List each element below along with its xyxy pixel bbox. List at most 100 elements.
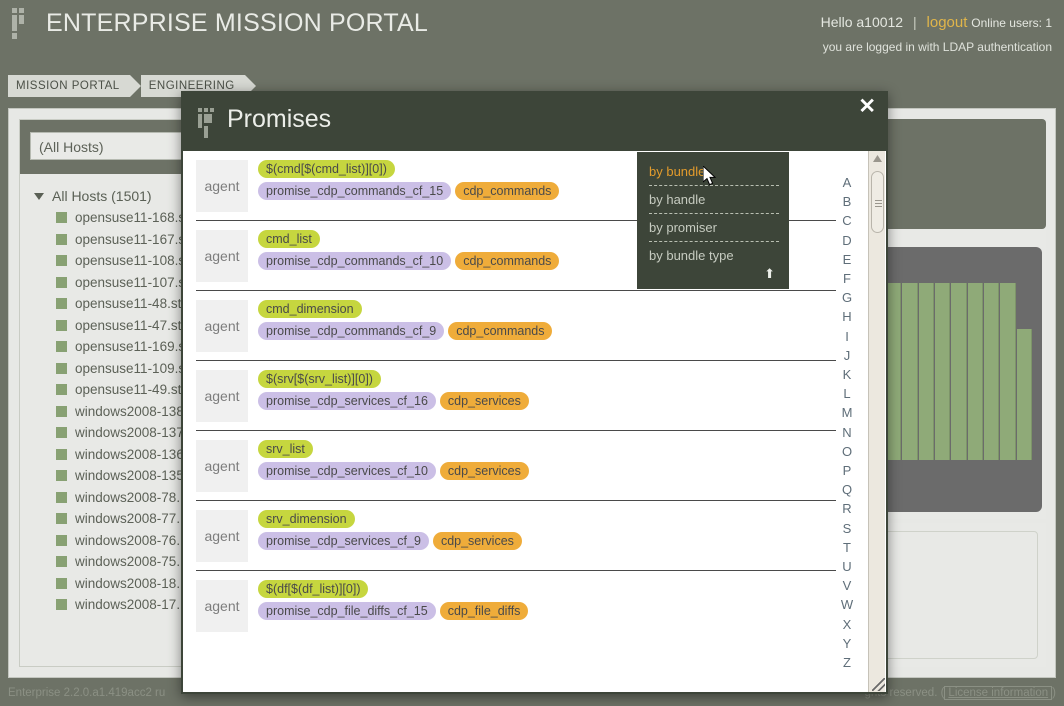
bundle-tag[interactable]: cdp_services bbox=[439, 392, 529, 410]
alpha-index-z[interactable]: Z bbox=[843, 653, 851, 672]
promiser-tag[interactable]: srv_list bbox=[258, 440, 313, 458]
arrow-up-icon[interactable]: ⬆ bbox=[764, 266, 775, 282]
status-square-icon bbox=[56, 427, 67, 439]
alpha-index-k[interactable]: K bbox=[843, 365, 852, 384]
close-icon[interactable]: ✕ bbox=[858, 96, 876, 117]
host-name-label: opensuse11-168.s bbox=[75, 210, 186, 226]
robot-logo-icon bbox=[10, 6, 36, 40]
alpha-index-m[interactable]: M bbox=[842, 403, 853, 422]
promiser-line: cmd_list bbox=[258, 230, 559, 248]
alpha-index-g[interactable]: G bbox=[842, 288, 852, 307]
promiser-tag[interactable]: $(srv[$(srv_list)][0]) bbox=[258, 370, 381, 388]
promiser-tag[interactable]: $(df[$(df_list)][0]) bbox=[258, 580, 369, 598]
alpha-index-p[interactable]: P bbox=[843, 461, 852, 480]
table-row[interactable]: agent $(srv[$(srv_list)][0]) promise_cdp_s… bbox=[196, 361, 836, 431]
promiser-tag[interactable]: cmd_dimension bbox=[258, 300, 362, 318]
table-row[interactable]: agent srv_list promise_cdp_services_cf_10 c… bbox=[196, 431, 836, 501]
bundle-tag[interactable]: cdp_services bbox=[439, 462, 529, 480]
separator: | bbox=[912, 14, 917, 30]
alpha-index-i[interactable]: I bbox=[845, 327, 849, 346]
alpha-index-a[interactable]: A bbox=[843, 173, 852, 192]
breadcrumb-item-mission-portal[interactable]: MISSION PORTAL bbox=[8, 75, 141, 97]
license-information-link[interactable]: License information bbox=[944, 686, 1053, 700]
alpha-index-q[interactable]: Q bbox=[842, 480, 852, 499]
status-square-icon bbox=[56, 384, 67, 396]
logout-link[interactable]: logout bbox=[927, 14, 968, 31]
alpha-index-v[interactable]: V bbox=[843, 576, 852, 595]
alpha-index-f[interactable]: F bbox=[843, 269, 851, 288]
alpha-index-s[interactable]: S bbox=[843, 519, 852, 538]
triangle-down-icon[interactable] bbox=[34, 192, 44, 200]
status-square-icon bbox=[56, 405, 67, 417]
bundle-tag[interactable]: cdp_file_diffs bbox=[439, 602, 529, 620]
chart-bar bbox=[902, 283, 918, 460]
row-agent-label: agent bbox=[196, 580, 248, 632]
menu-item-by-handle[interactable]: by handle bbox=[637, 190, 789, 209]
handle-tag[interactable]: promise_cdp_services_cf_16 bbox=[258, 392, 436, 410]
chart-bar bbox=[935, 283, 951, 460]
host-name-label: windows2008-137 bbox=[75, 425, 184, 441]
alpha-index-n[interactable]: N bbox=[842, 423, 851, 442]
promiser-line: srv_list bbox=[258, 440, 529, 458]
alpha-index-w[interactable]: W bbox=[841, 595, 853, 614]
host-name-label: windows2008-77. bbox=[75, 511, 181, 527]
alpha-index-l[interactable]: L bbox=[843, 384, 850, 403]
robot-logo-icon bbox=[196, 107, 220, 139]
host-name-label: windows2008-17. bbox=[75, 597, 181, 613]
handle-tag[interactable]: promise_cdp_commands_cf_10 bbox=[258, 252, 452, 270]
alpha-index-c[interactable]: C bbox=[842, 211, 851, 230]
menu-divider bbox=[649, 185, 779, 186]
promiser-line: $(cmd[$(cmd_list)][0]) bbox=[258, 160, 559, 178]
promiser-tag[interactable]: cmd_list bbox=[258, 230, 320, 248]
alpha-index-x[interactable]: X bbox=[843, 615, 852, 634]
row-tags: cmd_list promise_cdp_commands_cf_10 cdp_co… bbox=[258, 230, 560, 270]
handle-tag[interactable]: promise_cdp_services_cf_9 bbox=[258, 532, 429, 550]
resize-handle[interactable] bbox=[872, 678, 885, 691]
table-row[interactable]: agent cmd_dimension promise_cdp_commands_c… bbox=[196, 291, 836, 361]
handle-tag[interactable]: promise_cdp_file_diffs_cf_15 bbox=[258, 602, 436, 620]
row-agent-label: agent bbox=[196, 160, 248, 212]
bundle-tag[interactable]: cdp_commands bbox=[455, 182, 560, 200]
status-square-icon bbox=[56, 513, 67, 525]
handle-tag[interactable]: promise_cdp_services_cf_10 bbox=[258, 462, 436, 480]
bundle-tag[interactable]: cdp_services bbox=[432, 532, 522, 550]
table-row[interactable]: agent srv_dimension promise_cdp_services_c… bbox=[196, 501, 836, 571]
alpha-index-h[interactable]: H bbox=[842, 307, 851, 326]
auth-note: you are logged in with LDAP authenticati… bbox=[822, 40, 1052, 54]
menu-item-by-bundle[interactable]: by bundle bbox=[637, 162, 789, 181]
alpha-index-e[interactable]: E bbox=[843, 250, 852, 269]
alpha-index-u[interactable]: U bbox=[842, 557, 851, 576]
modal-scrollbar[interactable] bbox=[868, 151, 885, 692]
status-square-icon bbox=[56, 362, 67, 374]
handle-tag[interactable]: promise_cdp_commands_cf_15 bbox=[258, 182, 452, 200]
promiser-tag[interactable]: $(cmd[$(cmd_list)][0]) bbox=[258, 160, 395, 178]
bundle-tag[interactable]: cdp_commands bbox=[448, 322, 553, 340]
alpha-index-b[interactable]: B bbox=[843, 192, 852, 211]
chart-bar bbox=[983, 283, 1000, 460]
promiser-tag[interactable]: srv_dimension bbox=[258, 510, 355, 528]
alpha-index-t[interactable]: T bbox=[843, 538, 851, 557]
host-name-label: windows2008-75. bbox=[75, 554, 181, 570]
alpha-index-d[interactable]: D bbox=[842, 231, 851, 250]
handle-tag[interactable]: promise_cdp_commands_cf_9 bbox=[258, 322, 445, 340]
bundle-tag[interactable]: cdp_commands bbox=[455, 252, 560, 270]
footer-rights: ghts reserved. (License information) bbox=[864, 686, 1056, 700]
status-square-icon bbox=[56, 534, 67, 546]
menu-item-by-bundle-type[interactable]: by bundle type bbox=[637, 246, 789, 265]
status-square-icon bbox=[56, 341, 67, 353]
row-agent-label: agent bbox=[196, 370, 248, 422]
alpha-index-y[interactable]: Y bbox=[843, 634, 852, 653]
menu-item-by-promiser[interactable]: by promiser bbox=[637, 218, 789, 237]
status-square-icon bbox=[56, 276, 67, 288]
table-row[interactable]: agent $(df[$(df_list)][0]) promise_cdp_fil… bbox=[196, 571, 836, 640]
scrollbar-thumb[interactable] bbox=[871, 171, 884, 233]
alpha-index-o[interactable]: O bbox=[842, 442, 852, 461]
alpha-index-j[interactable]: J bbox=[844, 346, 851, 365]
scroll-up-icon[interactable] bbox=[869, 151, 885, 166]
alpha-index-r[interactable]: R bbox=[842, 499, 851, 518]
row-agent-label: agent bbox=[196, 300, 248, 352]
host-tree-root-label: All Hosts (1501) bbox=[52, 188, 152, 204]
host-name-label: windows2008-136 bbox=[75, 446, 184, 462]
online-users-label: Online users: 1 bbox=[971, 16, 1052, 30]
status-square-icon bbox=[56, 577, 67, 589]
